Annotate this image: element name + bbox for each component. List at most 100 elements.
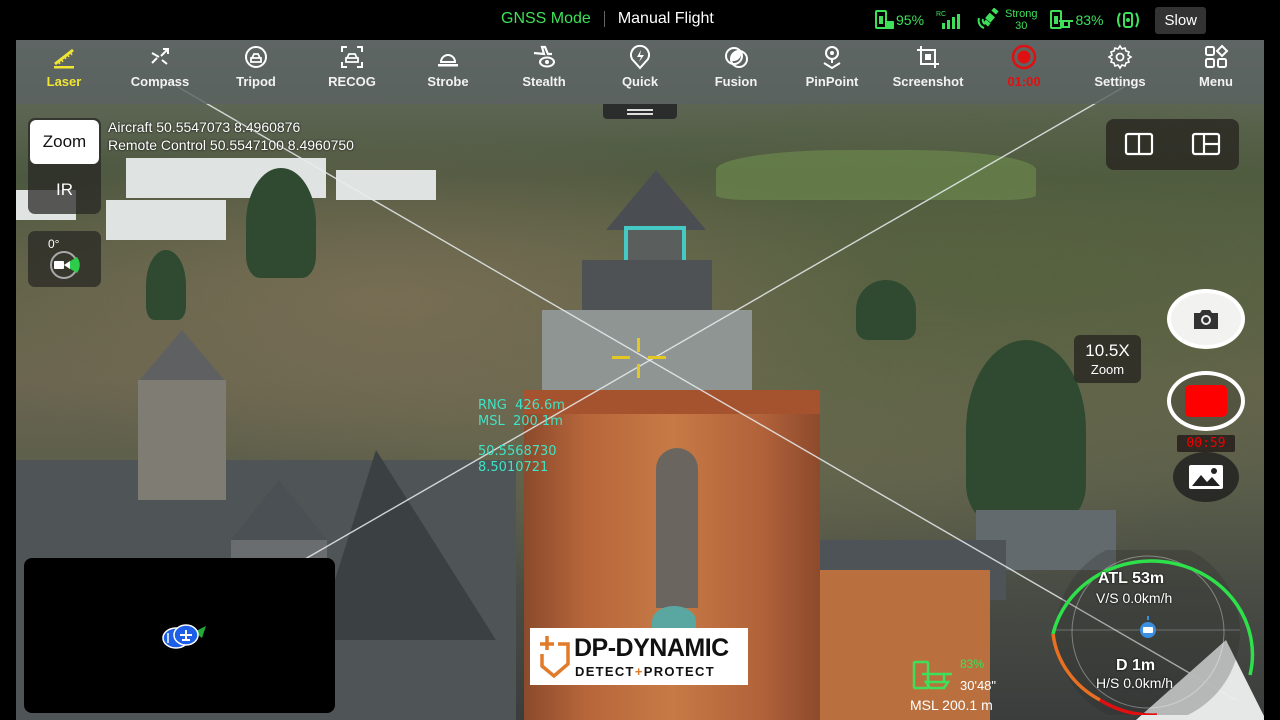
tool-strobe[interactable]: Strobe [400,40,496,104]
tool-label: PinPoint [805,74,859,89]
record-stop-button[interactable] [1167,371,1245,431]
heading-readout: 30'48" [960,678,997,693]
tool-stealth[interactable]: Stealth [496,40,592,104]
tripod-icon [245,46,267,68]
vertical-speed-readout: V/S 0.0km/h [1096,590,1173,606]
rc-signal-icon: RC [936,11,961,29]
rc-battery-value: 95% [896,12,925,28]
aircraft-position: Aircraft 50.5547073 8.4960876 [108,119,301,135]
tool-label: Tripod [236,74,276,89]
tool-laser[interactable]: Laser [16,40,112,104]
aircraft-msl-readout: MSL 200.1 m [910,697,993,713]
tool-label: Settings [1094,74,1146,89]
stealth-icon [533,45,555,68]
record-indicator-icon [1011,44,1037,70]
aircraft-location-icon [162,624,206,649]
tool-compass[interactable]: Compass [112,40,208,104]
tagline-protect: PROTECT [643,664,715,679]
tool-quick[interactable]: Quick [592,40,688,104]
fusion-icon [725,47,748,68]
gear-icon [1107,44,1133,70]
svg-text:RC: RC [936,11,946,18]
compass-icon [151,48,169,65]
watermark-tagline: DETECT+PROTECT [575,664,715,679]
stop-icon [1185,385,1227,417]
drone-battery-icon [912,660,952,690]
screenshot-icon [917,46,939,68]
aircraft-battery: 83% [1049,9,1103,31]
camera-icon [1194,310,1218,329]
tool-label: RECOG [328,74,376,89]
flight-mode-group: GNSS Mode Manual Flight [501,10,714,28]
tool-pinpoint[interactable]: PinPoint [784,40,880,104]
toolbar-drawer-handle[interactable] [603,104,677,119]
menu-grid-icon [1205,44,1229,68]
zoom-value: 10.5X [1085,341,1130,360]
altitude-readout: ATL 53m [1098,570,1165,587]
laser-ruler-icon [54,48,74,69]
tool-fusion[interactable]: Fusion [688,40,784,104]
view-layout-switcher [1106,119,1239,170]
positioning-mode: GNSS Mode [501,10,591,27]
target-msl: MSL 200.1m [478,414,563,429]
gallery-button[interactable] [1173,452,1239,502]
strobe-icon [438,54,458,67]
tool-label: Menu [1199,74,1233,89]
dp-dynamic-watermark: DP-DYNAMIC DETECT+PROTECT [530,628,748,685]
tool-label: Strobe [427,74,469,89]
laser-reticle [612,338,666,378]
minimap[interactable] [24,558,335,713]
recognition-icon [341,46,363,68]
quick-icon [630,44,650,70]
speed-mode-button[interactable]: Slow [1155,6,1206,34]
lens-ir-button[interactable]: IR [30,168,99,212]
position-readout: Aircraft 50.5547073 8.4960876 Remote Con… [108,118,354,154]
tool-label: Screenshot [892,74,964,89]
horizontal-speed-readout: H/S 0.0km/h [1096,675,1174,691]
divider [603,11,605,27]
lens-switcher: Zoom IR [28,118,101,214]
gimbal-indicator[interactable]: 0° [28,231,101,287]
gimbal-camera-icon [50,251,80,279]
rc-battery-icon [875,10,894,29]
gnss-strength: Strong [1005,8,1038,20]
pip-view-icon[interactable] [1191,132,1221,156]
split-view-icon[interactable] [1124,132,1154,156]
gimbal-pitch: 0° [48,237,60,251]
gnss-signal: Strong 30 [976,8,1037,32]
tool-label: Stealth [522,74,566,89]
status-bar: GNSS Mode Manual Flight 95% RC Strong 30… [0,0,1280,40]
record-duration: 01:00 [1007,74,1041,89]
tool-menu[interactable]: Menu [1168,40,1264,104]
obstacle-sensing[interactable] [1115,9,1141,31]
tool-tripod[interactable]: Tripod [208,40,304,104]
target-latitude: 50.5568730 [478,444,557,459]
tool-label: Quick [621,74,659,89]
tool-screenshot[interactable]: Screenshot [880,40,976,104]
tool-label: Laser [46,74,82,89]
tool-record-status[interactable]: 01:00 [976,40,1072,104]
zoom-level-badge[interactable]: 10.5X Zoom [1074,335,1141,383]
tool-settings[interactable]: Settings [1072,40,1168,104]
tagline-plus: + [634,664,644,679]
shield-logo-icon [540,636,570,679]
tool-bar: Laser Compass Tripod RECOG Strobe Stealt… [16,40,1264,104]
distance-readout: D 1m [1116,657,1156,674]
lens-zoom-button[interactable]: Zoom [30,120,99,164]
zoom-label: Zoom [1090,362,1125,377]
flight-mode: Manual Flight [617,10,714,27]
watermark-title: DP-DYNAMIC [574,634,729,662]
tagline-detect: DETECT [575,664,635,679]
photo-shutter-button[interactable] [1167,289,1245,349]
satellite-icon [977,8,999,29]
satellite-count: 30 [1015,20,1028,32]
target-longitude: 8.5010721 [478,460,549,475]
gallery-icon [1189,465,1223,489]
tool-label: Fusion [714,74,758,89]
target-range: RNG 426.6m [478,398,565,413]
pinpoint-icon [823,46,841,70]
aircraft-battery-icon [1050,10,1074,29]
drone-battery-value: 83% [960,657,985,671]
rc-battery: 95% [874,9,924,31]
tool-recog[interactable]: RECOG [304,40,400,104]
